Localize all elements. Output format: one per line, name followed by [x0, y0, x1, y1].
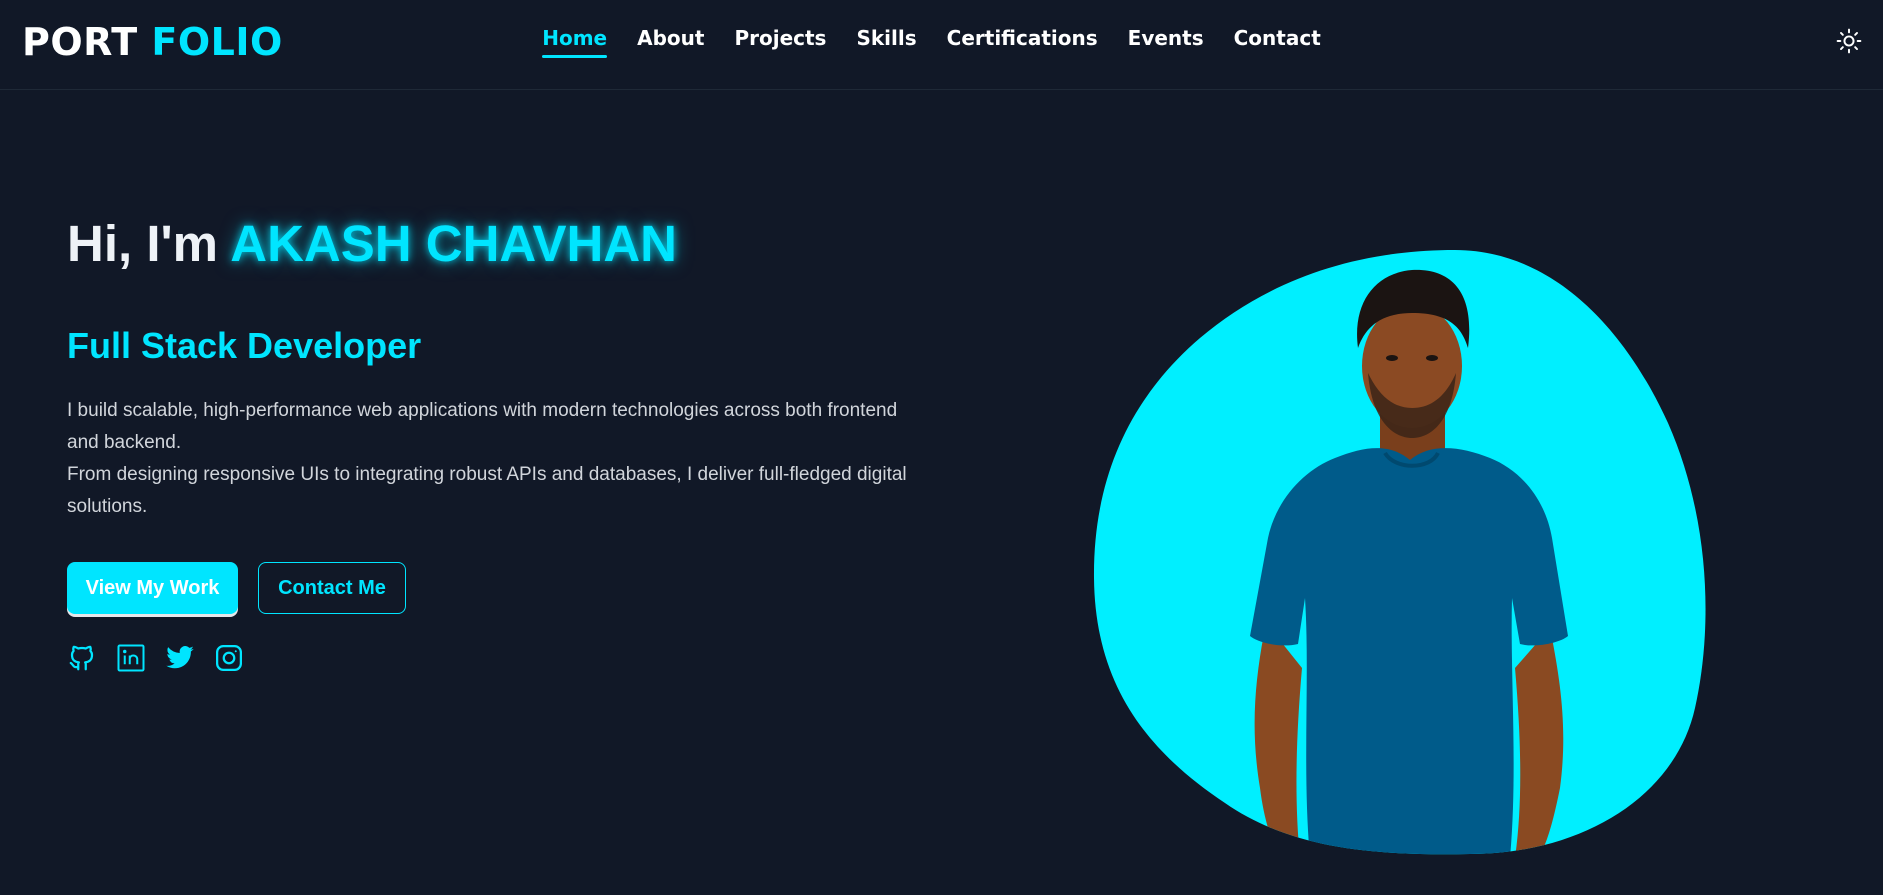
view-my-work-button[interactable]: View My Work [67, 562, 238, 614]
hero-description-line-1: I build scalable, high-performance web a… [67, 400, 898, 453]
greeting-text: Hi, I'm [67, 215, 218, 272]
github-link[interactable] [67, 643, 97, 673]
nav-link-projects[interactable]: Projects [734, 24, 826, 56]
hero-description-line-2: From designing responsive UIs to integra… [67, 464, 907, 517]
nav-link-certifications[interactable]: Certifications [947, 24, 1098, 56]
portrait-image [1093, 250, 1706, 855]
hero-name: AKASH CHAVHAN [230, 215, 677, 272]
twitter-link[interactable] [165, 643, 195, 673]
instagram-icon [216, 645, 242, 671]
navbar: PORT FOLIO Home About Projects Skills Ce… [0, 0, 1883, 90]
nav-link-home[interactable]: Home [542, 24, 607, 58]
github-icon [69, 645, 94, 671]
nav-link-contact[interactable]: Contact [1234, 24, 1321, 56]
nav-link-events[interactable]: Events [1128, 24, 1204, 56]
linkedin-icon [117, 644, 145, 672]
sun-icon [1836, 28, 1862, 54]
hero-role: Full Stack Developer [67, 325, 422, 366]
nav-link-about[interactable]: About [637, 24, 704, 56]
instagram-link[interactable] [214, 643, 244, 673]
nav-link-skills[interactable]: Skills [856, 24, 916, 56]
hero-description: I build scalable, high-performance web a… [67, 395, 927, 523]
social-links [67, 643, 244, 673]
hero-greeting: Hi, I'm AKASH CHAVHAN [67, 212, 677, 276]
twitter-icon [166, 646, 194, 669]
contact-me-button[interactable]: Contact Me [258, 562, 406, 614]
linkedin-link[interactable] [116, 643, 146, 673]
theme-toggle-button[interactable] [1834, 26, 1864, 56]
profile-portrait [1090, 248, 1710, 858]
main-nav: Home About Projects Skills Certification… [0, 24, 1883, 58]
